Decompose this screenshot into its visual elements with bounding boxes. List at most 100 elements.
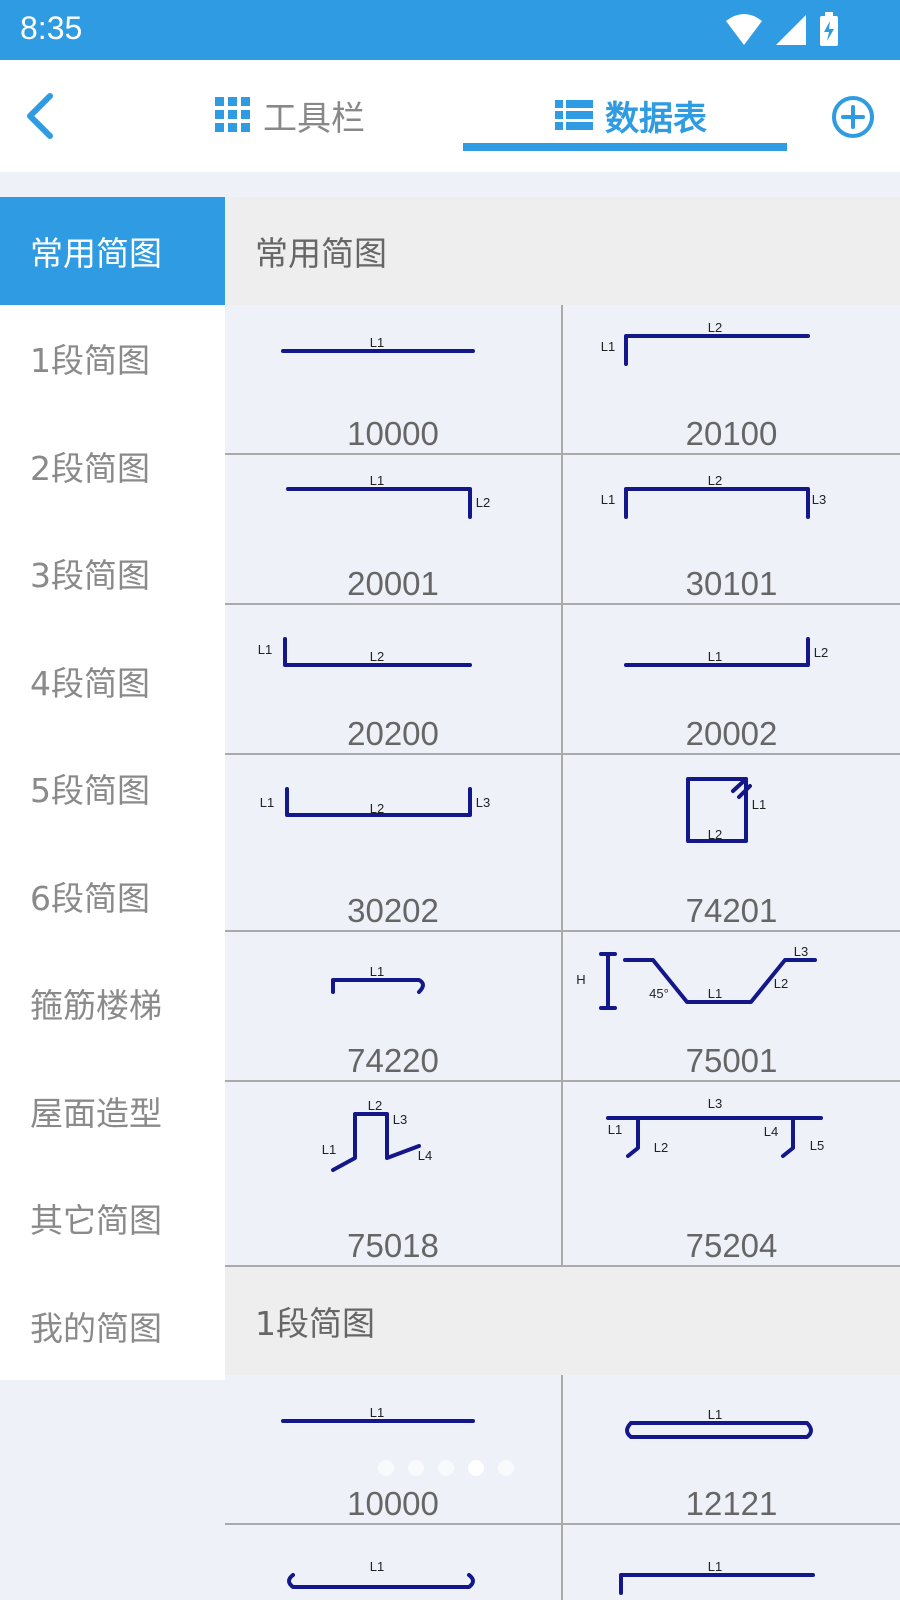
grid-icon [215, 97, 250, 132]
dimension-label: L2 [708, 827, 722, 842]
diagram-grid: L1 10000 L1 L2 20100 L1 L2 20001 L1 L2 L3 30101 L1 L2… [225, 305, 900, 1267]
diagram-code: 20100 [685, 415, 778, 452]
diagram-content: 常用简图 L1 10000 L1 L2 20100 L1 L2 20001 L1 L2 L3 3010… [225, 197, 900, 1600]
tab-toolbar[interactable]: 工具栏 [215, 80, 365, 150]
diagram-line [287, 1573, 475, 1589]
diagram-line [331, 978, 425, 994]
diagram-cell[interactable]: L1 L2 20200 [225, 605, 563, 755]
list-icon [555, 100, 593, 130]
diagram-shape: L1 [287, 1559, 475, 1589]
diagram-line [286, 487, 472, 519]
dimension-label: L2 [370, 649, 384, 664]
dimension-label: L1 [370, 1405, 384, 1420]
sidebar-item[interactable]: 4段简图 [0, 627, 225, 735]
sidebar-item[interactable]: 3段简图 [0, 520, 225, 628]
diagram-code: 10000 [347, 1485, 439, 1522]
diagram-cell[interactable]: H 45° L1 L2 L3 75001 [563, 932, 900, 1082]
page-dot[interactable] [378, 1460, 394, 1476]
diagram-code: 10000 [347, 415, 439, 452]
dimension-label: L3 [794, 944, 808, 959]
sidebar-item[interactable]: 常用简图 [0, 197, 225, 305]
dimension-label: L3 [812, 492, 826, 507]
diagram-code: 75204 [685, 1227, 778, 1264]
sidebar-item[interactable]: 其它简图 [0, 1165, 225, 1273]
diagram-cell[interactable]: L1 L2 20001 [225, 455, 563, 605]
diagram-cell[interactable]: L1 L2 74201 [563, 755, 900, 932]
tab-datasheet-label: 数据表 [605, 98, 707, 139]
dimension-label: L3 [708, 1096, 722, 1111]
dimension-label: L2 [708, 320, 722, 335]
diagram-shape: L1 [619, 1559, 815, 1595]
active-tab-indicator [463, 143, 787, 151]
page-indicator [378, 1460, 514, 1476]
category-list: 常用简图 1段简图 2段简图 3段简图 4段简图 5段简图 6段简图 箍筋楼梯 屋面造型 其它简图… [0, 197, 225, 1380]
diagram-shape: L1 L2 L3 L4 L5 [606, 1096, 824, 1158]
diagram-code: 30101 [685, 565, 778, 602]
sidebar-item[interactable]: 5段简图 [0, 735, 225, 843]
tab-datasheet[interactable]: 数据表 [555, 80, 707, 150]
page-dot[interactable] [498, 1460, 514, 1476]
sidebar-item[interactable]: 2段简图 [0, 412, 225, 520]
sidebar-item[interactable]: 6段简图 [0, 842, 225, 950]
tab-toolbar-label: 工具栏 [263, 98, 365, 139]
diagram-shape: L1 L2 L3 L4 [322, 1098, 432, 1172]
dimension-label: L1 [370, 473, 384, 488]
sidebar-item[interactable]: 屋面造型 [0, 1057, 225, 1165]
diagram-line [624, 487, 810, 519]
page-dot[interactable] [408, 1460, 424, 1476]
diagram-grid: L1 10000 L1 12121 L1 L1 [225, 1375, 900, 1600]
diagram-cell[interactable]: L1 L2 L3 L4 L5 75204 [563, 1082, 900, 1267]
page-dot[interactable] [438, 1460, 454, 1476]
diagram-shape: L1 L2 L3 [260, 787, 490, 817]
dimension-label: L1 [260, 795, 274, 810]
sidebar-item[interactable]: 箍筋楼梯 [0, 950, 225, 1058]
diagram-cell[interactable]: L1 L2 20002 [563, 605, 900, 755]
dimension-label: L2 [774, 976, 788, 991]
diagram-shape: L1 [331, 964, 425, 994]
diagram-cell[interactable]: L1 10000 [225, 1375, 563, 1525]
dimension-label: L1 [370, 335, 384, 350]
diagram-shape: L1 L2 [686, 777, 766, 843]
dimension-label: L1 [370, 1559, 384, 1574]
dimension-label: L2 [814, 645, 828, 660]
dimension-label: L1 [370, 964, 384, 979]
battery-charging-icon [820, 12, 838, 46]
dimension-label: L2 [708, 473, 722, 488]
diagram-code: 20200 [347, 715, 439, 752]
diagram-code: 12121 [685, 1485, 778, 1522]
back-arrow-icon[interactable] [18, 88, 62, 144]
section-title: 1段简图 [225, 1267, 900, 1375]
dimension-label: L1 [752, 797, 766, 812]
diagram-cell[interactable]: L1 L2 L3 L4 75018 [225, 1082, 563, 1267]
top-bar: 工具栏 数据表 [0, 60, 900, 172]
dimension-label: L2 [368, 1098, 382, 1113]
dimension-label: H [576, 972, 585, 987]
dimension-label: L5 [810, 1138, 824, 1153]
diagram-code: 30202 [347, 892, 439, 929]
diagram-shape: L1 [625, 1407, 813, 1439]
diagram-cell[interactable]: L1 12121 [563, 1375, 900, 1525]
sidebar-item[interactable]: 我的简图 [0, 1272, 225, 1380]
diagram-cell[interactable]: L1 L2 20100 [563, 305, 900, 455]
diagram-cell[interactable]: L1 74220 [225, 932, 563, 1082]
page-dot[interactable] [468, 1460, 484, 1476]
sidebar-item[interactable]: 1段简图 [0, 305, 225, 413]
diagram-code: 74201 [685, 892, 778, 929]
diagram-line [619, 1573, 815, 1595]
diagram-shape: L1 L2 L3 [601, 473, 826, 519]
diagram-line [625, 1421, 813, 1439]
diagram-code: 20001 [347, 565, 439, 602]
diagram-shape: L1 L2 [624, 637, 828, 667]
dimension-label: L2 [476, 495, 490, 510]
dimension-label: L1 [601, 339, 615, 354]
diagram-shape: L1 L2 [258, 637, 472, 667]
dimension-label: L1 [258, 642, 272, 657]
dimension-label: L1 [608, 1122, 622, 1137]
dimension-label: L3 [476, 795, 490, 810]
diagram-cell[interactable]: L1 10000 [225, 305, 563, 455]
add-circle-icon[interactable] [830, 94, 876, 140]
diagram-cell[interactable]: L1 L2 L3 30202 [225, 755, 563, 932]
diagram-cell[interactable]: L1 L2 L3 30101 [563, 455, 900, 605]
diagram-cell[interactable]: L1 [225, 1525, 563, 1600]
diagram-cell[interactable]: L1 [563, 1525, 900, 1600]
